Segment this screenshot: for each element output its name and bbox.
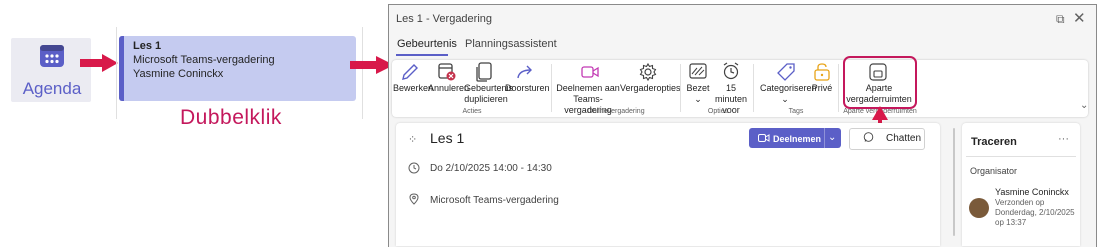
group-divider (838, 64, 839, 112)
event-organizer: Yasmine Coninckx (133, 68, 224, 80)
categorize-button[interactable]: Categoriseren (760, 83, 817, 94)
highlight-box (843, 56, 917, 109)
agenda-label: Agenda (22, 79, 82, 98)
join-button-label: Deelnemen (773, 134, 822, 144)
forward-button[interactable]: Doorsturen (505, 83, 550, 94)
gear-icon (638, 62, 658, 82)
group-label-onlinevergadering: Onlinevergadering (587, 108, 645, 115)
close-icon[interactable]: ✕ (1073, 9, 1086, 27)
lock-icon (813, 62, 831, 82)
calendar-icon (38, 42, 66, 70)
chevron-down-icon[interactable]: ⌄ (828, 132, 836, 143)
group-label-acties: Acties (462, 108, 482, 115)
cancel-calendar-icon (437, 62, 457, 82)
active-tab-indicator (396, 54, 448, 56)
meeting-title-icon: ⁘ (408, 134, 418, 146)
sent-timestamp: Verzonden op Donderdag, 2/10/2025 op 13:… (995, 198, 1075, 227)
instruction-label: Dubbelklik (180, 106, 282, 129)
event-meeting-type: Microsoft Teams-vergadering (133, 54, 275, 66)
avatar (969, 198, 989, 218)
tab-gebeurtenis[interactable]: Gebeurtenis (397, 38, 457, 50)
window-title: Les 1 - Vergadering (396, 13, 493, 25)
chevron-down-icon[interactable]: ⌄ (1080, 100, 1088, 111)
duplicate-icon (476, 62, 494, 82)
meeting-location: Microsoft Teams-vergadering (430, 195, 559, 206)
alarm-icon (721, 61, 741, 81)
group-label-opties: Opties (707, 108, 729, 115)
duplicate-button[interactable]: Gebeurtenis duplicieren (464, 83, 513, 105)
arrow-right-icon (80, 54, 118, 72)
group-divider (680, 64, 681, 112)
busy-status-button[interactable]: Bezet (685, 83, 711, 94)
cancel-button[interactable]: Annuleren (428, 83, 469, 94)
meeting-title: Les 1 (430, 130, 465, 146)
organizer-label: Organisator (970, 166, 1018, 176)
tag-icon (776, 62, 796, 82)
busy-icon (689, 62, 707, 80)
tracking-title: Traceren (971, 136, 1017, 148)
group-label-tags: Tags (788, 108, 804, 115)
meeting-date: Do 2/10/2025 14:00 - 14:30 (430, 163, 552, 174)
chat-icon (863, 132, 874, 143)
chat-button-label: Chatten (886, 133, 922, 144)
event-accent-bar (119, 36, 124, 101)
group-divider (753, 64, 754, 112)
chevron-down-icon[interactable]: ⌄ (780, 94, 790, 105)
video-icon (758, 133, 770, 143)
tab-planningsassistent[interactable]: Planningsassistent (465, 38, 557, 50)
meeting-options-button[interactable]: Vergaderopties (620, 83, 681, 94)
more-options-icon[interactable]: ··· (1058, 133, 1069, 145)
split-divider (824, 128, 825, 148)
organizer-name: Yasmine Coninckx (995, 187, 1069, 197)
forward-icon (515, 62, 535, 82)
pencil-icon (400, 62, 420, 82)
location-icon (408, 193, 420, 205)
divider (966, 156, 1076, 157)
event-title: Les 1 (133, 40, 162, 52)
clock-icon (408, 162, 420, 174)
video-icon (580, 62, 600, 82)
group-divider (551, 64, 552, 112)
edit-button[interactable]: Bewerken (393, 83, 433, 94)
private-button[interactable]: Privé (810, 83, 834, 94)
popout-icon[interactable]: ⧉ (1056, 12, 1065, 27)
chevron-down-icon[interactable]: ⌄ (693, 94, 703, 105)
scrollbar[interactable] (953, 128, 955, 236)
